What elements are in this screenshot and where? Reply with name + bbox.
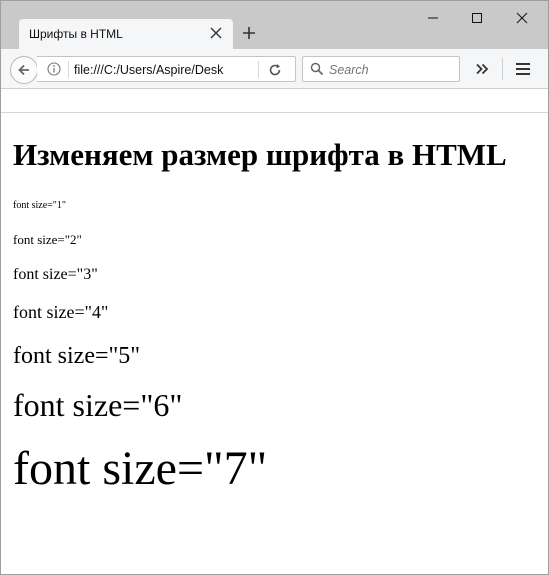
font-size-sample-4: font size="4"	[13, 302, 109, 322]
search-input[interactable]	[329, 62, 455, 78]
minimize-icon	[428, 17, 438, 19]
reload-button[interactable]	[266, 61, 284, 79]
url-bar[interactable]	[37, 56, 296, 82]
hamburger-menu-icon	[516, 63, 530, 75]
font-size-sample-1: font size="1"	[13, 200, 66, 211]
close-window-button[interactable]	[499, 1, 545, 35]
font-size-sample-6: font size="6"	[13, 387, 183, 423]
tab-title: Шрифты в HTML	[29, 27, 123, 41]
font-size-sample-7: font size="7"	[13, 442, 268, 495]
menu-button[interactable]	[512, 60, 534, 78]
search-icon	[310, 62, 324, 76]
arrow-left-icon	[18, 64, 29, 76]
font-size-sample-5: font size="5"	[13, 343, 141, 369]
font-size-sample-3: font size="3"	[13, 266, 98, 283]
maximize-button[interactable]	[454, 1, 500, 35]
url-divider	[68, 61, 69, 78]
new-tab-button[interactable]	[239, 23, 259, 43]
minimize-button[interactable]	[410, 1, 456, 35]
tab-active[interactable]: Шрифты в HTML	[19, 19, 233, 49]
double-chevron-right-icon	[476, 63, 489, 75]
url-divider-right	[258, 61, 259, 78]
tab-close-icon[interactable]	[209, 26, 223, 40]
plus-icon	[243, 27, 255, 39]
close-icon	[516, 12, 528, 24]
tab-strip: Шрифты в HTML	[1, 1, 548, 49]
font-size-sample-2: font size="2"	[13, 232, 82, 247]
search-bar[interactable]	[302, 56, 460, 82]
page-content: Изменяем размер шрифта в HTML font size=…	[1, 112, 548, 574]
page-heading: Изменяем размер шрифта в HTML	[13, 137, 507, 172]
overflow-button[interactable]	[471, 60, 493, 78]
browser-window: Шрифты в HTML file:///C:/Users/Aspire/De…	[0, 0, 549, 575]
maximize-icon	[472, 13, 482, 23]
navigation-toolbar	[1, 49, 548, 89]
info-icon[interactable]	[47, 62, 61, 76]
reload-icon	[269, 64, 281, 76]
toolbar-divider	[502, 58, 503, 80]
back-button[interactable]	[10, 56, 38, 84]
url-input[interactable]	[74, 62, 254, 78]
